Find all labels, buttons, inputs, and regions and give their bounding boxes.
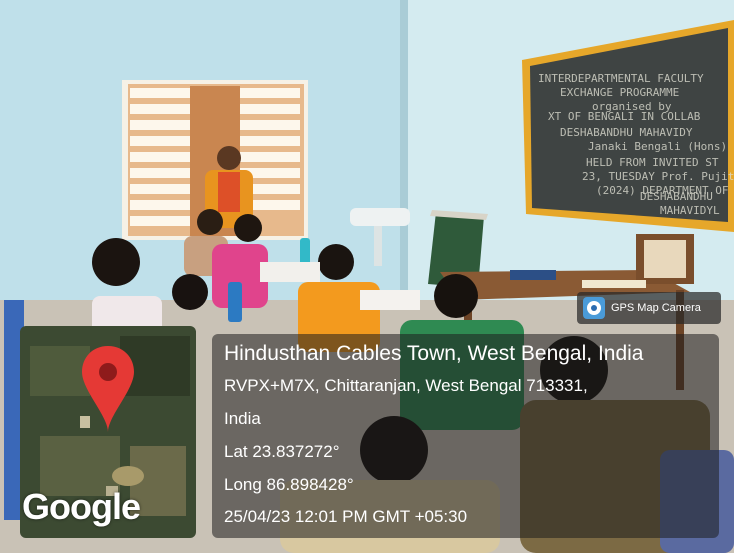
location-title: Hindusthan Cables Town, West Bengal, Ind… (224, 342, 644, 365)
latitude: Lat 23.837272° (224, 442, 340, 461)
datetime: 25/04/23 12:01 PM GMT +05:30 (224, 507, 468, 526)
gps-info-panel: Hindusthan Cables Town, West Bengal, Ind… (212, 334, 719, 538)
longitude: Long 86.898428° (224, 475, 354, 494)
chalkboard-text-line: 23, TUESDAY Prof. Pujita Mon (582, 170, 734, 183)
camera-icon (583, 297, 605, 319)
chalkboard-text-line: INTERDEPARTMENTAL FACULTY (538, 72, 704, 85)
chalkboard-text-line: XT OF BENGALI IN COLLAB (548, 110, 701, 123)
gps-badge-label: GPS Map Camera (611, 302, 701, 314)
chalkboard-text-line: HELD FROM INVITED ST (586, 156, 719, 169)
address-line-1: RVPX+M7X, Chittaranjan, West Bengal 7133… (224, 376, 588, 395)
gps-map-camera-badge: GPS Map Camera (577, 292, 721, 324)
address-line-2: India (224, 409, 261, 428)
chalkboard-text-line: DESHABANDHU MAHAVIDY (560, 126, 693, 139)
chalkboard-text-line: EXCHANGE PROGRAMME (560, 86, 679, 99)
chalkboard-text-line: Janaki Bengali (Hons) (588, 140, 727, 153)
classroom-photo-scene: INTERDEPARTMENTAL FACULTY EXCHANGE PROGR… (0, 0, 734, 553)
google-attribution: Google (22, 486, 141, 527)
chalkboard-text-line: MAHAVIDYL (660, 204, 720, 217)
chalkboard-text-line: DESHABANDHU (640, 190, 713, 203)
